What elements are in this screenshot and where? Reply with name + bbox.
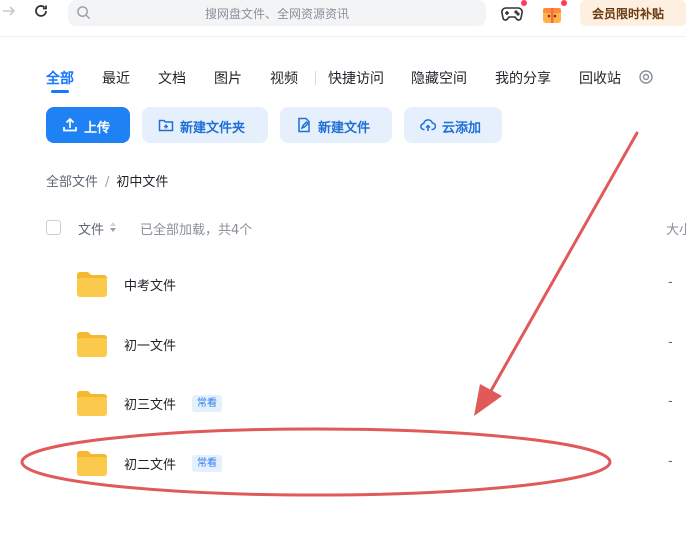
- cloud-add-label: 云添加: [442, 121, 482, 136]
- tab-images[interactable]: 图片: [214, 68, 242, 88]
- breadcrumb-separator: /: [105, 175, 110, 190]
- arrow-right-icon[interactable]: [2, 4, 16, 18]
- folder-icon: [77, 272, 107, 297]
- refresh-icon[interactable]: [33, 3, 49, 19]
- notification-dot: [561, 0, 567, 6]
- tab-hidden-space[interactable]: 隐藏空间: [411, 68, 467, 88]
- column-header-size[interactable]: 大小: [666, 219, 686, 238]
- tab-recycle-bin[interactable]: 回收站: [579, 68, 621, 88]
- column-header-name[interactable]: 文件: [78, 219, 104, 238]
- tab-my-shares[interactable]: 我的分享: [495, 68, 551, 88]
- file-row[interactable]: 中考文件 -: [46, 259, 686, 309]
- tab-videos[interactable]: 视频: [270, 68, 298, 88]
- file-row[interactable]: 初一文件 -: [46, 319, 686, 369]
- upload-button[interactable]: 上传: [46, 107, 130, 143]
- file-row[interactable]: 初三文件 常看 -: [46, 378, 686, 428]
- frequently-viewed-badge: 常看: [192, 455, 222, 472]
- file-size: -: [668, 394, 673, 409]
- search-placeholder: 搜网盘文件、全网资源资讯: [204, 7, 349, 21]
- vip-subsidy-button[interactable]: 会员限时补贴: [580, 0, 686, 26]
- search-input[interactable]: 搜网盘文件、全网资源资讯: [68, 0, 486, 26]
- file-name[interactable]: 初一文件: [124, 335, 176, 354]
- tab-quick-access[interactable]: 快捷访问: [328, 68, 384, 88]
- divider: [0, 36, 686, 37]
- file-name[interactable]: 初三文件: [124, 394, 176, 413]
- select-all-checkbox[interactable]: [46, 220, 61, 235]
- folder-plus-icon: [158, 119, 174, 132]
- tab-documents[interactable]: 文档: [158, 68, 186, 88]
- folder-icon: [77, 391, 107, 416]
- top-bar: 搜网盘文件、全网资源资讯 会员限时补贴: [0, 0, 686, 28]
- frequently-viewed-badge: 常看: [192, 395, 222, 412]
- load-status-text: 已全部加载，共4个: [140, 223, 253, 238]
- new-folder-button[interactable]: 新建文件夹: [142, 107, 268, 143]
- file-row[interactable]: 初二文件 常看 -: [46, 438, 686, 488]
- tab-all[interactable]: 全部: [46, 68, 74, 88]
- folder-icon: [77, 332, 107, 357]
- cloud-upload-icon: [420, 119, 436, 131]
- new-file-label: 新建文件: [318, 121, 371, 136]
- breadcrumb-root[interactable]: 全部文件: [46, 175, 98, 190]
- breadcrumb: 全部文件 / 初中文件: [46, 171, 168, 190]
- file-name[interactable]: 初二文件: [124, 454, 176, 473]
- file-size: -: [668, 275, 673, 290]
- breadcrumb-current: 初中文件: [116, 175, 169, 190]
- active-tab-indicator: [51, 90, 69, 93]
- new-file-button[interactable]: 新建文件: [280, 107, 392, 143]
- folder-icon: [77, 451, 107, 476]
- upload-label: 上传: [84, 121, 111, 136]
- file-size: -: [668, 454, 673, 469]
- notification-dot: [521, 0, 527, 6]
- tab-divider: [315, 71, 316, 85]
- settings-circle-icon[interactable]: [638, 69, 654, 85]
- file-name[interactable]: 中考文件: [124, 275, 176, 294]
- file-size: -: [668, 335, 673, 350]
- upload-icon: [63, 117, 77, 132]
- tab-recent[interactable]: 最近: [102, 68, 130, 88]
- sort-icon[interactable]: [109, 220, 117, 234]
- cloud-add-button[interactable]: 云添加: [404, 107, 502, 143]
- file-edit-icon: [298, 117, 310, 133]
- new-folder-label: 新建文件夹: [180, 121, 246, 136]
